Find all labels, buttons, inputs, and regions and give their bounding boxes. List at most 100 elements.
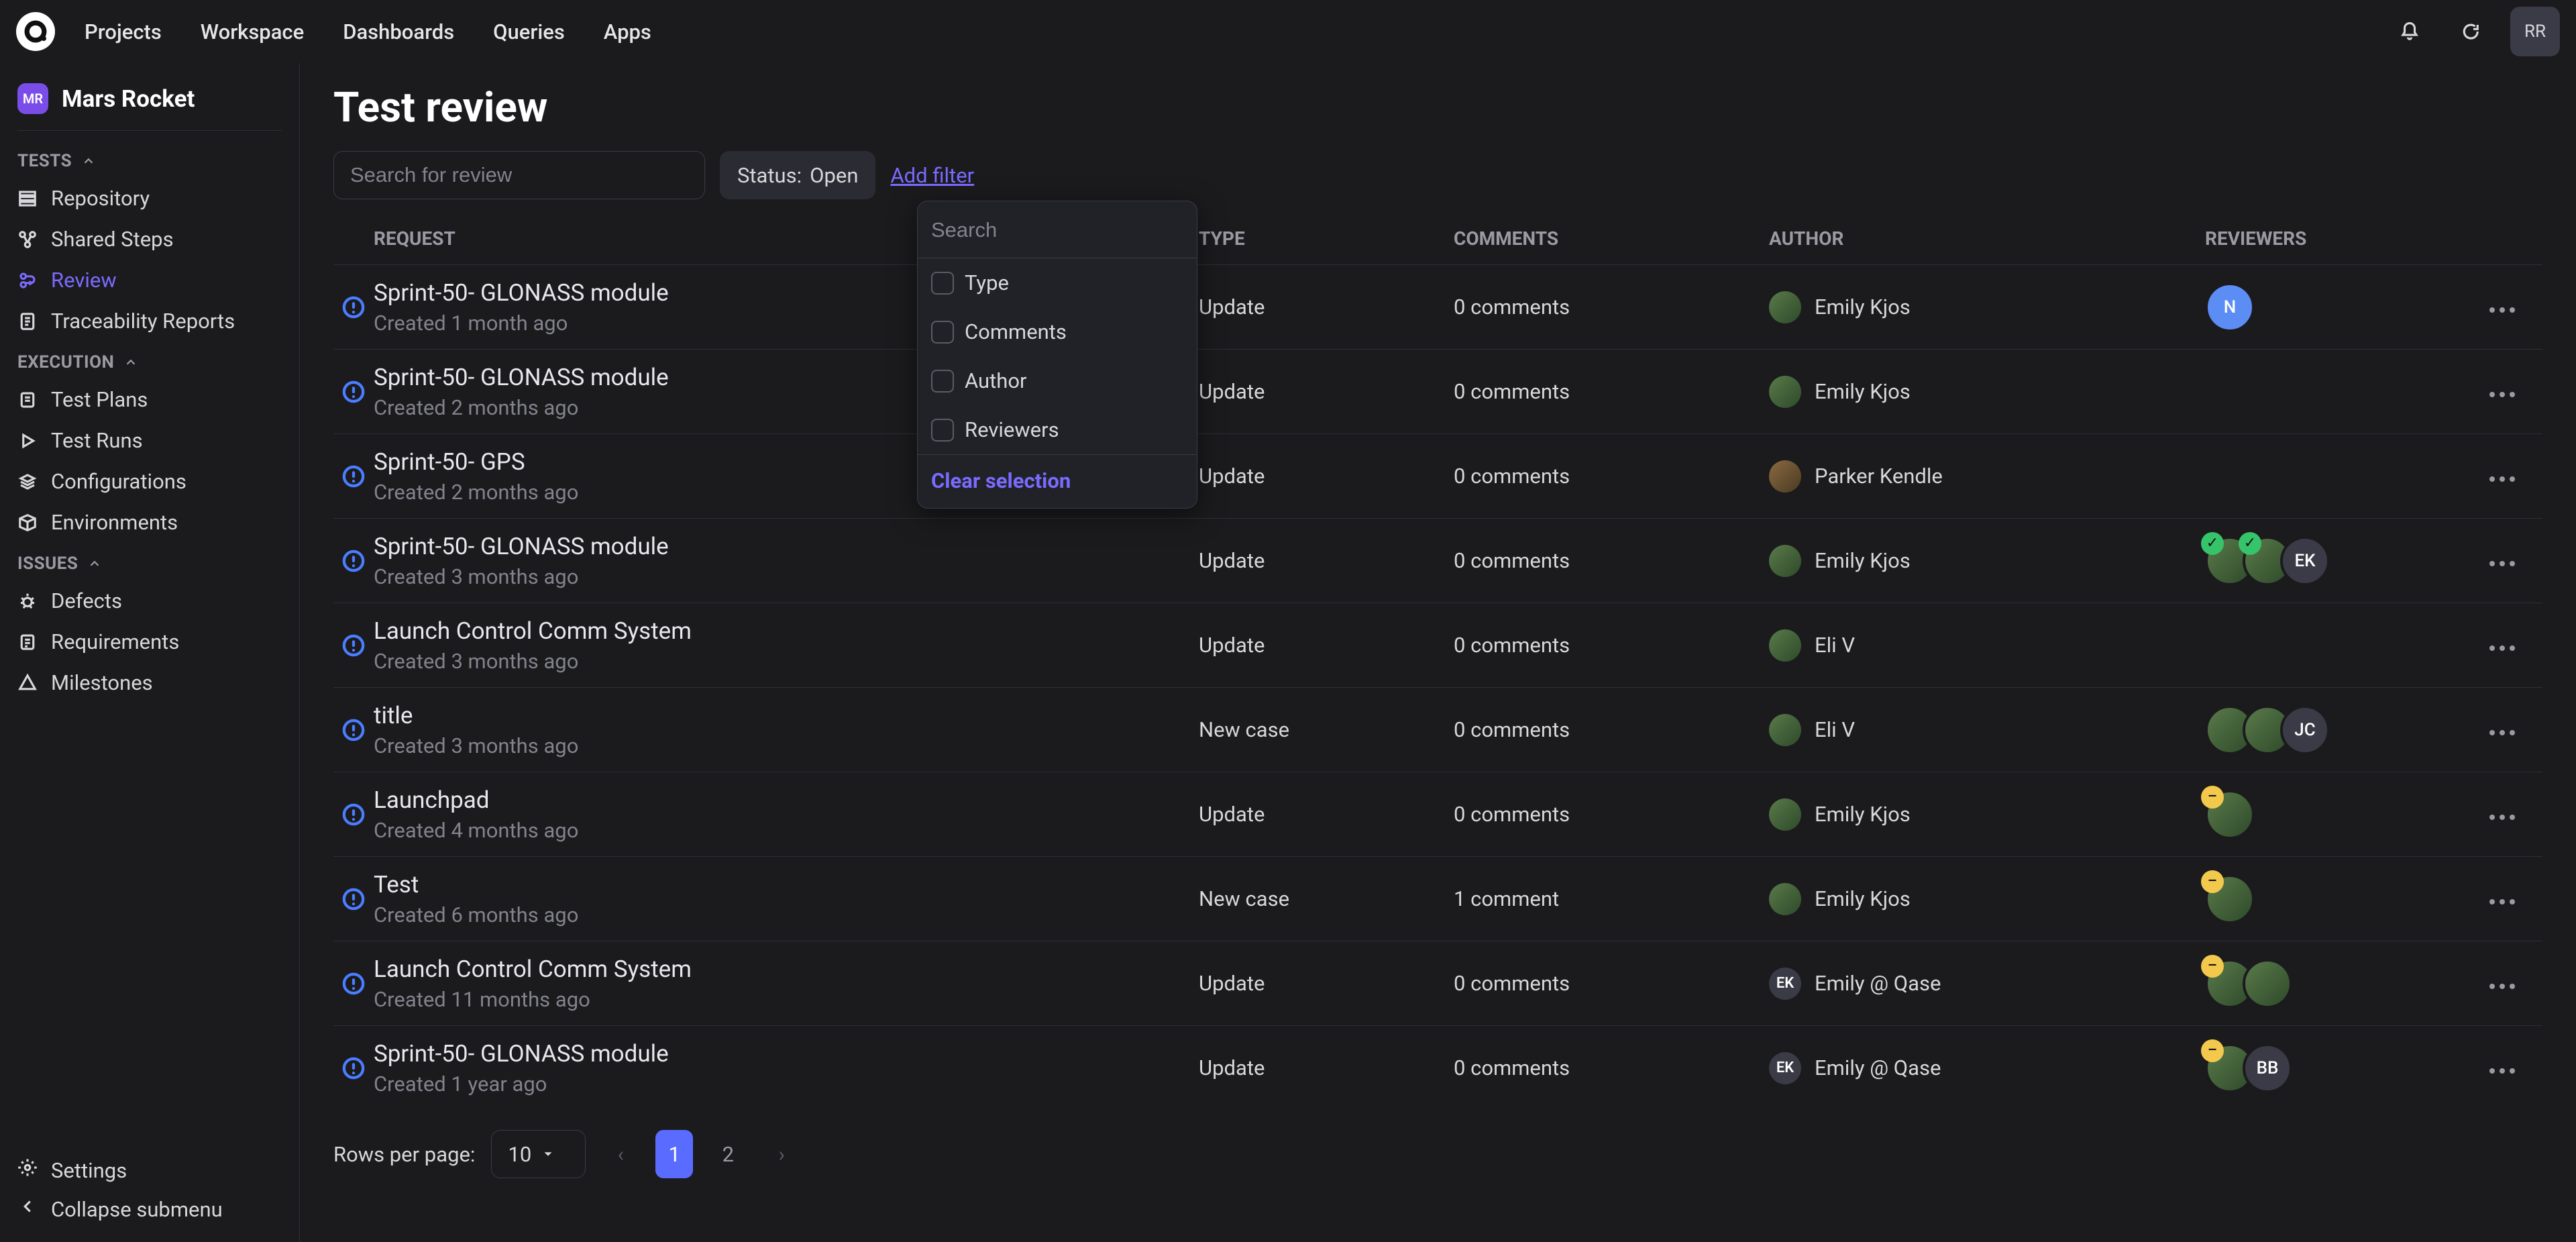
sidebar-item-traceability[interactable]: Traceability Reports bbox=[0, 301, 299, 342]
col-reviewers[interactable]: REVIEWERS bbox=[2205, 227, 2462, 250]
sidebar-item-settings[interactable]: Settings bbox=[17, 1157, 282, 1183]
col-type[interactable]: TYPE bbox=[1199, 227, 1454, 250]
author-avatar bbox=[1769, 291, 1801, 323]
table-row[interactable]: Sprint-50- GLONASS module Created 3 mont… bbox=[333, 518, 2542, 603]
table-row[interactable]: Test Created 6 months ago New case 1 com… bbox=[333, 856, 2542, 941]
reviewer-avatar[interactable] bbox=[2243, 959, 2292, 1008]
reviewer-avatar[interactable]: – bbox=[2205, 874, 2255, 924]
sidebar-item-test-runs[interactable]: Test Runs bbox=[0, 420, 299, 461]
filter-option-comments[interactable]: Comments bbox=[918, 307, 1197, 356]
sidebar-item-defects[interactable]: Defects bbox=[0, 580, 299, 621]
sidebar-item-review[interactable]: Review bbox=[0, 260, 299, 301]
app-logo[interactable] bbox=[16, 12, 55, 51]
status-open-icon bbox=[333, 380, 374, 403]
test-plans-icon bbox=[17, 390, 38, 410]
collapse-submenu[interactable]: Collapse submenu bbox=[17, 1196, 282, 1222]
nav-workspace[interactable]: Workspace bbox=[201, 19, 304, 44]
nav-projects[interactable]: Projects bbox=[85, 19, 162, 44]
request-title: Test bbox=[374, 871, 1199, 898]
row-reviewers: – bbox=[2205, 959, 2462, 1008]
reviewer-chip[interactable]: JC bbox=[2280, 705, 2330, 755]
request-created: Created 1 year ago bbox=[374, 1072, 1199, 1096]
checkbox-icon bbox=[931, 419, 954, 442]
table-row[interactable]: Sprint-50- GLONASS module Created 1 year… bbox=[333, 1025, 2542, 1110]
author-name: Parker Kendle bbox=[1815, 464, 1943, 488]
topbar: Projects Workspace Dashboards Queries Ap… bbox=[0, 0, 2576, 63]
author-name: Emily Kjos bbox=[1815, 886, 1911, 911]
row-comments: 0 comments bbox=[1454, 464, 1769, 488]
row-reviewers: ✓✓EK bbox=[2205, 536, 2462, 586]
table-row[interactable]: title Created 3 months ago New case 0 co… bbox=[333, 687, 2542, 772]
row-actions-button[interactable] bbox=[2488, 971, 2516, 996]
sidebar-item-test-plans[interactable]: Test Plans bbox=[0, 379, 299, 420]
sidebar-item-requirements[interactable]: Requirements bbox=[0, 621, 299, 662]
author-name: Emily Kjos bbox=[1815, 802, 1911, 827]
filter-option-author[interactable]: Author bbox=[918, 356, 1197, 405]
pager-page-1[interactable]: 1 bbox=[655, 1130, 693, 1178]
row-actions-button[interactable] bbox=[2488, 717, 2516, 742]
table-row[interactable]: Sprint-50- GLONASS module Created 1 mont… bbox=[333, 264, 2542, 349]
section-tests[interactable]: TESTS bbox=[0, 140, 299, 178]
table-row[interactable]: Sprint-50- GLONASS module Created 2 mont… bbox=[333, 349, 2542, 433]
clear-selection[interactable]: Clear selection bbox=[918, 455, 1197, 508]
nav-dashboards[interactable]: Dashboards bbox=[343, 19, 454, 44]
filter-option-type[interactable]: Type bbox=[918, 258, 1197, 307]
nav-apps[interactable]: Apps bbox=[604, 19, 651, 44]
row-actions-button[interactable] bbox=[2488, 1055, 2516, 1080]
status-open-icon bbox=[333, 296, 374, 319]
status-open-icon bbox=[333, 972, 374, 995]
status-filter[interactable]: Status: Open bbox=[720, 151, 875, 199]
status-open-icon bbox=[333, 634, 374, 657]
row-actions-button[interactable] bbox=[2488, 886, 2516, 911]
search-input[interactable] bbox=[333, 151, 705, 199]
row-type: Update bbox=[1199, 464, 1454, 488]
sidebar-item-repository[interactable]: Repository bbox=[0, 178, 299, 219]
sidebar-item-milestones[interactable]: Milestones bbox=[0, 662, 299, 703]
table-row[interactable]: Launchpad Created 4 months ago Update 0 … bbox=[333, 772, 2542, 856]
rows-per-page-select[interactable]: 10 bbox=[491, 1130, 586, 1178]
table-row[interactable]: Launch Control Comm System Created 11 mo… bbox=[333, 941, 2542, 1025]
chevron-left-icon bbox=[17, 1196, 38, 1222]
col-author[interactable]: AUTHOR bbox=[1769, 227, 2205, 250]
pager-prev[interactable]: ‹ bbox=[602, 1130, 639, 1178]
filter-option-label: Type bbox=[965, 270, 1009, 295]
sidebar-item-configurations[interactable]: Configurations bbox=[0, 461, 299, 502]
reviewer-chip[interactable]: N bbox=[2205, 282, 2255, 332]
reviewer-chip[interactable]: BB bbox=[2243, 1043, 2292, 1093]
dots-icon bbox=[2488, 391, 2516, 399]
add-filter-link[interactable]: Add filter bbox=[890, 163, 974, 188]
section-execution[interactable]: EXECUTION bbox=[0, 342, 299, 379]
row-type: Update bbox=[1199, 548, 1454, 573]
popover-search-input[interactable] bbox=[931, 212, 1183, 248]
col-comments[interactable]: COMMENTS bbox=[1454, 227, 1769, 250]
chevron-up-icon bbox=[87, 556, 102, 571]
row-actions-button[interactable] bbox=[2488, 802, 2516, 827]
pager-page-2[interactable]: 2 bbox=[709, 1130, 747, 1178]
row-comments: 1 comment bbox=[1454, 886, 1769, 911]
reviewer-chip[interactable]: EK bbox=[2280, 536, 2330, 586]
reviewer-avatar[interactable]: – bbox=[2205, 790, 2255, 839]
table-row[interactable]: Launch Control Comm System Created 3 mon… bbox=[333, 603, 2542, 687]
row-actions-button[interactable] bbox=[2488, 464, 2516, 488]
author-name: Eli V bbox=[1815, 717, 1855, 742]
sidebar-item-shared-steps[interactable]: Shared Steps bbox=[0, 219, 299, 260]
row-actions-button[interactable] bbox=[2488, 295, 2516, 319]
section-issues[interactable]: ISSUES bbox=[0, 543, 299, 580]
notifications-button[interactable] bbox=[2390, 11, 2430, 52]
sidebar-item-environments[interactable]: Environments bbox=[0, 502, 299, 543]
project-selector[interactable]: MR Mars Rocket bbox=[0, 75, 299, 130]
table-row[interactable]: Sprint-50- GPS Created 2 months ago Upda… bbox=[333, 433, 2542, 518]
nav-queries[interactable]: Queries bbox=[493, 19, 565, 44]
request-created: Created 6 months ago bbox=[374, 902, 1199, 927]
filter-option-reviewers[interactable]: Reviewers bbox=[918, 405, 1197, 454]
user-avatar[interactable]: RR bbox=[2510, 7, 2560, 56]
help-button[interactable] bbox=[2450, 11, 2490, 52]
main-content: Test review Status: Open Add filter Type bbox=[300, 63, 2576, 1242]
row-actions-button[interactable] bbox=[2488, 379, 2516, 404]
row-type: New case bbox=[1199, 886, 1454, 911]
pager-next[interactable]: › bbox=[763, 1130, 800, 1178]
row-actions-button[interactable] bbox=[2488, 633, 2516, 658]
chevron-up-icon bbox=[123, 355, 138, 370]
request-title: Launchpad bbox=[374, 786, 1199, 814]
row-actions-button[interactable] bbox=[2488, 548, 2516, 573]
